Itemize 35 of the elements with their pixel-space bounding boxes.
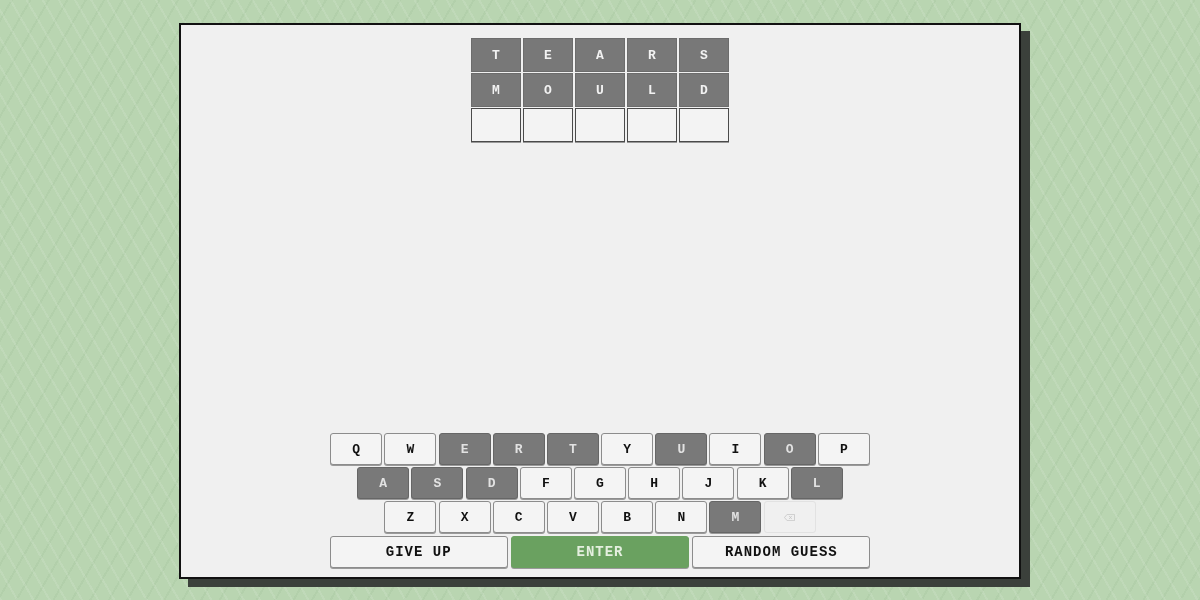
- letter-tile: U: [575, 73, 625, 107]
- letter-key[interactable]: X: [438, 501, 491, 533]
- empty-tile: [627, 108, 677, 142]
- letter-tile: L: [627, 73, 677, 107]
- letter-tile: T: [471, 38, 521, 72]
- letter-key[interactable]: I: [709, 433, 762, 465]
- letter-key[interactable]: J: [682, 467, 735, 499]
- letter-key[interactable]: W: [384, 433, 437, 465]
- letter-key[interactable]: P: [817, 433, 870, 465]
- give-up-button[interactable]: GIVE UP: [329, 536, 508, 568]
- letter-key[interactable]: Z: [384, 501, 437, 533]
- letter-tile: R: [627, 38, 677, 72]
- letter-tile: A: [575, 38, 625, 72]
- letter-key[interactable]: G: [574, 467, 626, 499]
- letter-tile: D: [679, 73, 729, 107]
- letter-tile: S: [679, 38, 729, 72]
- letter-key[interactable]: Y: [601, 433, 654, 465]
- random-guess-button[interactable]: RANDOM GUESS: [692, 536, 871, 568]
- backspace-icon: [784, 513, 796, 521]
- letter-key[interactable]: F: [519, 467, 572, 499]
- empty-tile: [575, 108, 625, 142]
- letter-key[interactable]: M: [709, 501, 762, 533]
- empty-tile: [523, 108, 573, 142]
- letter-tile: E: [523, 38, 573, 72]
- letter-tile: M: [471, 73, 521, 107]
- letter-key[interactable]: Q: [330, 433, 383, 465]
- letter-key[interactable]: N: [655, 501, 708, 533]
- letter-key[interactable]: K: [736, 467, 789, 499]
- letter-key[interactable]: B: [601, 501, 654, 533]
- empty-tile: [471, 108, 521, 142]
- letter-key[interactable]: V: [546, 501, 599, 533]
- letter-tile: O: [523, 73, 573, 107]
- letter-key[interactable]: C: [492, 501, 545, 533]
- letter-key[interactable]: H: [628, 467, 681, 499]
- empty-tile: [679, 108, 729, 142]
